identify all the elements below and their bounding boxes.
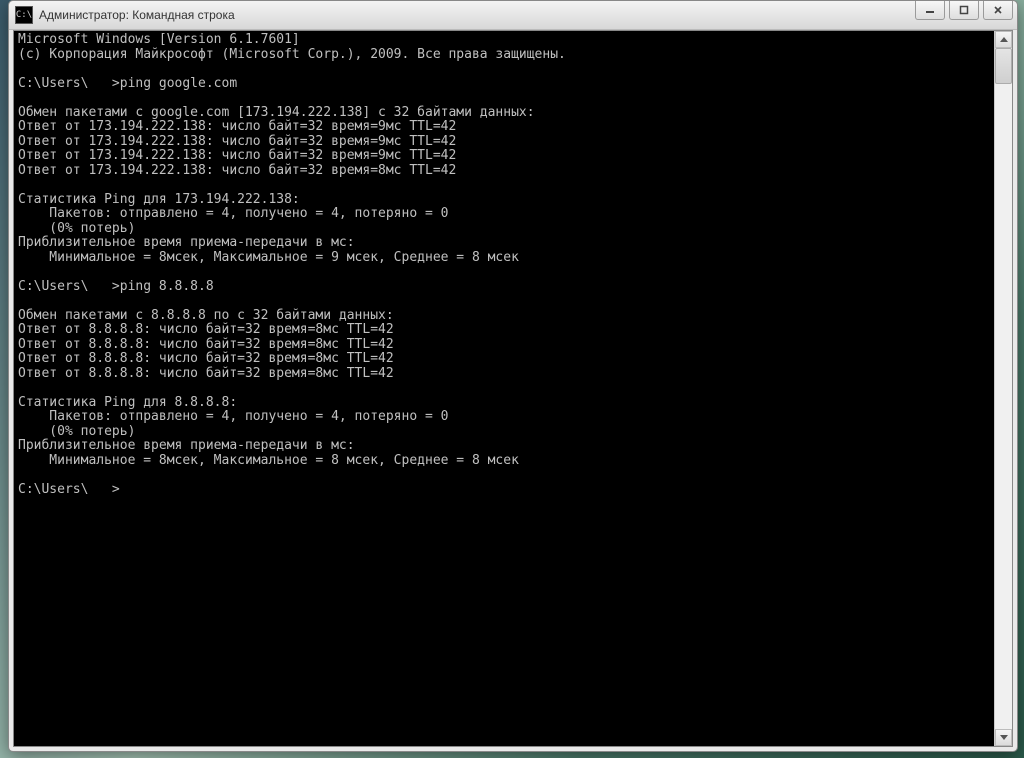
chevron-down-icon bbox=[1000, 735, 1008, 740]
window-title: Администратор: Командная строка bbox=[39, 8, 235, 22]
command-prompt-window: C:\ Администратор: Командная строка Micr… bbox=[8, 0, 1018, 752]
maximize-button[interactable] bbox=[949, 1, 979, 20]
maximize-icon bbox=[959, 5, 969, 15]
close-icon bbox=[993, 5, 1003, 15]
minimize-icon bbox=[925, 5, 935, 15]
scroll-thumb[interactable] bbox=[995, 48, 1012, 84]
scroll-track[interactable] bbox=[995, 48, 1012, 729]
window-controls bbox=[915, 1, 1017, 29]
console-output[interactable]: Microsoft Windows [Version 6.1.7601] (c)… bbox=[14, 31, 994, 746]
app-icon: C:\ bbox=[15, 6, 33, 24]
scroll-down-button[interactable] bbox=[995, 729, 1012, 746]
client-area: Microsoft Windows [Version 6.1.7601] (c)… bbox=[13, 30, 1013, 747]
titlebar[interactable]: C:\ Администратор: Командная строка bbox=[9, 1, 1017, 30]
minimize-button[interactable] bbox=[915, 1, 945, 20]
chevron-up-icon bbox=[1000, 37, 1008, 42]
scroll-up-button[interactable] bbox=[995, 31, 1012, 48]
vertical-scrollbar[interactable] bbox=[994, 31, 1012, 746]
close-button[interactable] bbox=[983, 1, 1013, 20]
